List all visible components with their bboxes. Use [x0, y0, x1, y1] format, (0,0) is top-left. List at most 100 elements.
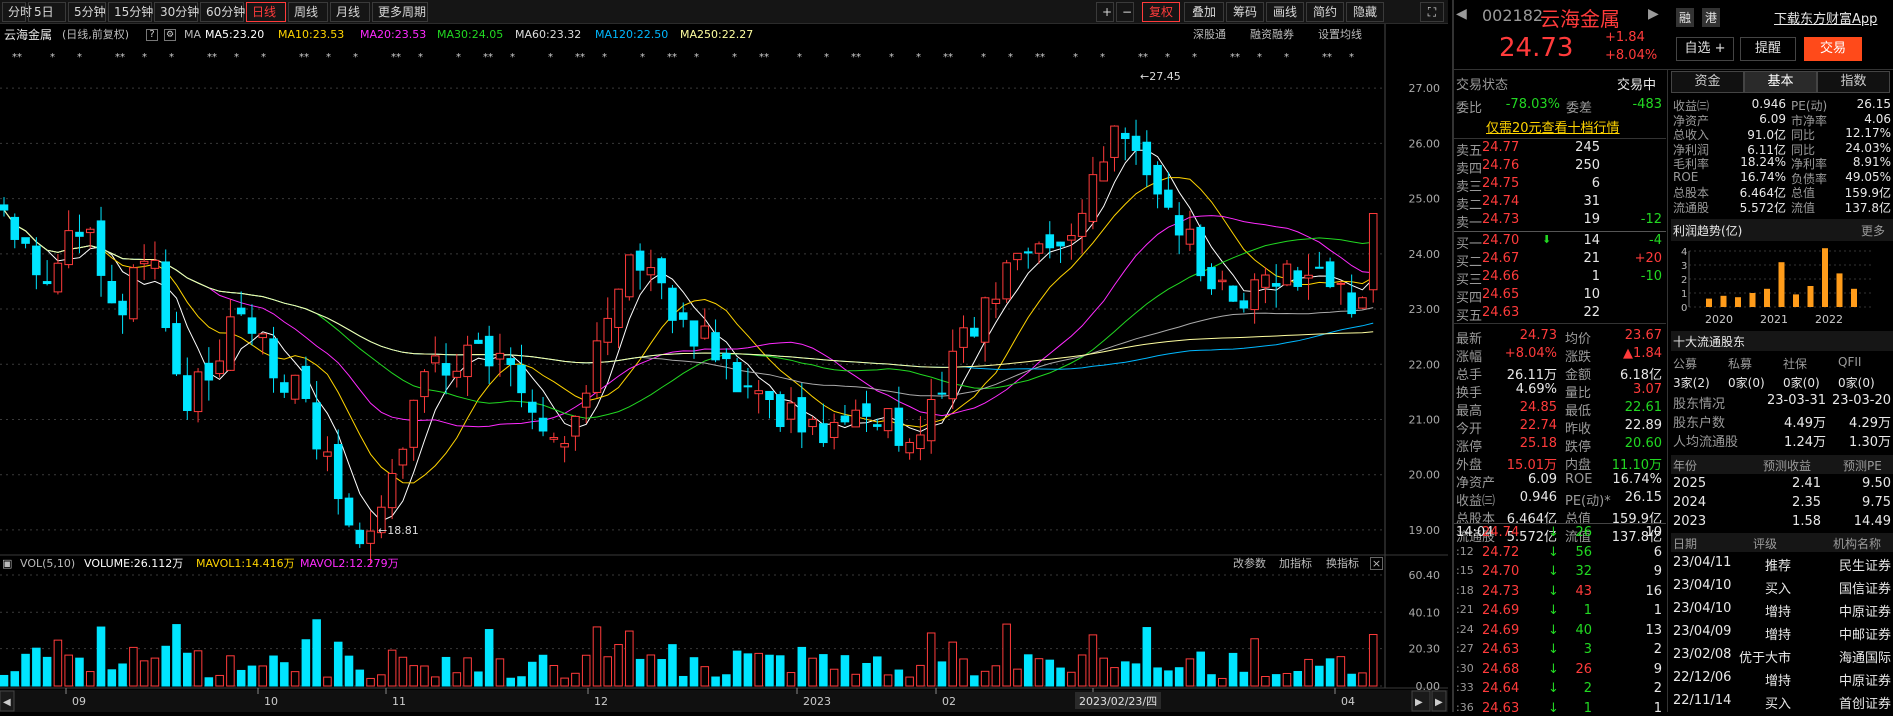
candle [1218, 279, 1227, 283]
main-chart[interactable]: 27.00 26.00 25.00 24.00 23.00 22.00 21.00 20.00… [0, 0, 1448, 712]
volume-bar [150, 657, 160, 687]
period-tab-1[interactable]: 5日 [28, 2, 66, 22]
candle [840, 415, 850, 423]
holders-row-label: 股东情况 [1673, 397, 1726, 412]
stat-value-2: 3.07 [1633, 382, 1662, 397]
candle [215, 360, 224, 375]
rating-date: 23/04/10 [1673, 601, 1732, 616]
buy-volume: 1 [1591, 269, 1600, 284]
period-tab-2[interactable]: 5分钟 [68, 2, 106, 22]
volume-bar [829, 668, 839, 687]
sell-volume: 19 [1583, 212, 1600, 227]
tick-time: :24 [1456, 622, 1474, 636]
add-indicator-link[interactable]: 加指标 [1279, 555, 1312, 573]
edit-params-link[interactable]: 改参数 [1233, 555, 1266, 573]
candle [980, 297, 990, 343]
buy-level-label: 买五 [1456, 309, 1483, 324]
period-tab-9[interactable]: 更多周期 [372, 2, 428, 22]
sell-level-label: 卖二 [1456, 198, 1483, 213]
fund-value-2: 26.15 [1856, 97, 1891, 111]
hk-connect-link[interactable]: 深股通 [1193, 25, 1226, 45]
switch-indicator-link[interactable]: 换指标 [1326, 555, 1359, 573]
period-tab-6[interactable]: 日线 [246, 2, 286, 22]
settings-icon[interactable]: ⚙ [164, 29, 176, 41]
volume-bar [1368, 634, 1378, 687]
volume-bar [398, 656, 408, 687]
sell-price: 24.77 [1482, 140, 1520, 155]
toolbar-right-2[interactable]: 复权 [1142, 2, 1180, 22]
volume-bar [603, 656, 613, 687]
ma120-value: MA120:22.50 [595, 28, 669, 41]
candle [107, 280, 117, 304]
volume-bar [344, 655, 354, 687]
margin-link[interactable]: 融资融券 [1250, 25, 1294, 45]
stat-value-2: ▲1.84 [1623, 346, 1662, 361]
stat-value-2: 26.15 [1624, 490, 1662, 505]
stat-label-2: 均价 [1565, 332, 1592, 347]
candle [614, 288, 623, 328]
fund-value: 16.74% [1740, 169, 1786, 184]
candle [452, 370, 462, 378]
fund-tab-0[interactable]: 资金 [1671, 71, 1744, 93]
close-icon[interactable]: × [1370, 557, 1383, 570]
toolbar-right-5[interactable]: 画线 [1266, 2, 1304, 22]
forecast-year: 2024 [1673, 495, 1707, 510]
buy-change: -10 [1640, 269, 1662, 284]
toolbar-right-0[interactable]: + [1096, 2, 1114, 22]
toolbar-right-4[interactable]: 筹码 [1226, 2, 1264, 22]
volume-bar [862, 662, 871, 687]
period-tab-8[interactable]: 月线 [330, 2, 370, 22]
trade-button[interactable]: 交易 [1804, 37, 1862, 61]
period-tab-3[interactable]: 15分钟 [108, 2, 153, 22]
rating-grade: 增持 [1764, 605, 1791, 620]
buy-change: -4 [1649, 233, 1662, 248]
prev-stock-icon: ◀ [1456, 6, 1467, 22]
vol-tick: 60.40 [1409, 569, 1441, 582]
stat-value-2: 6.18亿 [1620, 368, 1662, 383]
fullscreen-icon[interactable]: ⛶ [1420, 2, 1444, 22]
candle [474, 339, 483, 344]
volume-bar [333, 641, 343, 687]
candle [258, 333, 268, 339]
help-icon[interactable]: ? [146, 29, 158, 41]
fund-tab-2[interactable]: 指数 [1817, 71, 1890, 93]
period-tab-7[interactable]: 周线 [288, 2, 328, 22]
x-tick: 10 [264, 695, 278, 708]
trend-year: 2020 [1705, 313, 1733, 326]
event-marker: * [824, 52, 829, 63]
toolbar-right-3[interactable]: 叠加 [1184, 2, 1224, 22]
trade-state-label: 交易状态 [1456, 78, 1509, 93]
tick-price: 24.74 [1482, 525, 1520, 540]
tick-price: 24.73 [1482, 583, 1520, 599]
tick-arrow-icon: ↓ [1548, 525, 1559, 540]
tick-volume: 26 [1575, 525, 1592, 540]
ma10-value: MA10:23.53 [278, 28, 345, 41]
period-tab-4[interactable]: 30分钟 [154, 2, 199, 22]
candle [765, 390, 774, 400]
buy-price: 24.66 [1482, 269, 1520, 284]
quote-panel: ◀ 002182 云海金属 ▶ 融港 下载东方财富App 24.73 +1.84 +8.04% 自… [1452, 0, 1893, 716]
candle [129, 267, 138, 320]
candle [1261, 274, 1270, 288]
candle [1131, 135, 1141, 151]
volume-bar [689, 657, 699, 687]
alert-button[interactable]: 提醒 [1740, 37, 1796, 61]
period-tab-5[interactable]: 60分钟 [200, 2, 245, 22]
tick-time: :27 [1456, 642, 1474, 655]
fund-tab-1[interactable]: 基本 [1744, 71, 1817, 93]
set-ma-link[interactable]: 设置均线 [1318, 25, 1362, 45]
volume-bar [948, 641, 958, 687]
candle [290, 374, 300, 400]
x-tick: 02 [942, 695, 956, 708]
fund-label-2: 流值 [1791, 200, 1816, 215]
toolbar-right-6[interactable]: 简约 [1306, 2, 1344, 22]
volume-bar [1315, 665, 1324, 687]
toolbar-right-7[interactable]: 隐藏 [1346, 2, 1384, 22]
period-tab-0[interactable]: 分时 [2, 2, 32, 22]
tick-price: 24.72 [1482, 544, 1520, 560]
watchlist-button[interactable]: 自选 + [1676, 37, 1734, 61]
volume-bar [32, 647, 41, 687]
candle [786, 402, 796, 420]
toolbar-right-1[interactable]: − [1116, 2, 1134, 22]
tick-volume: 1 [1583, 700, 1592, 716]
